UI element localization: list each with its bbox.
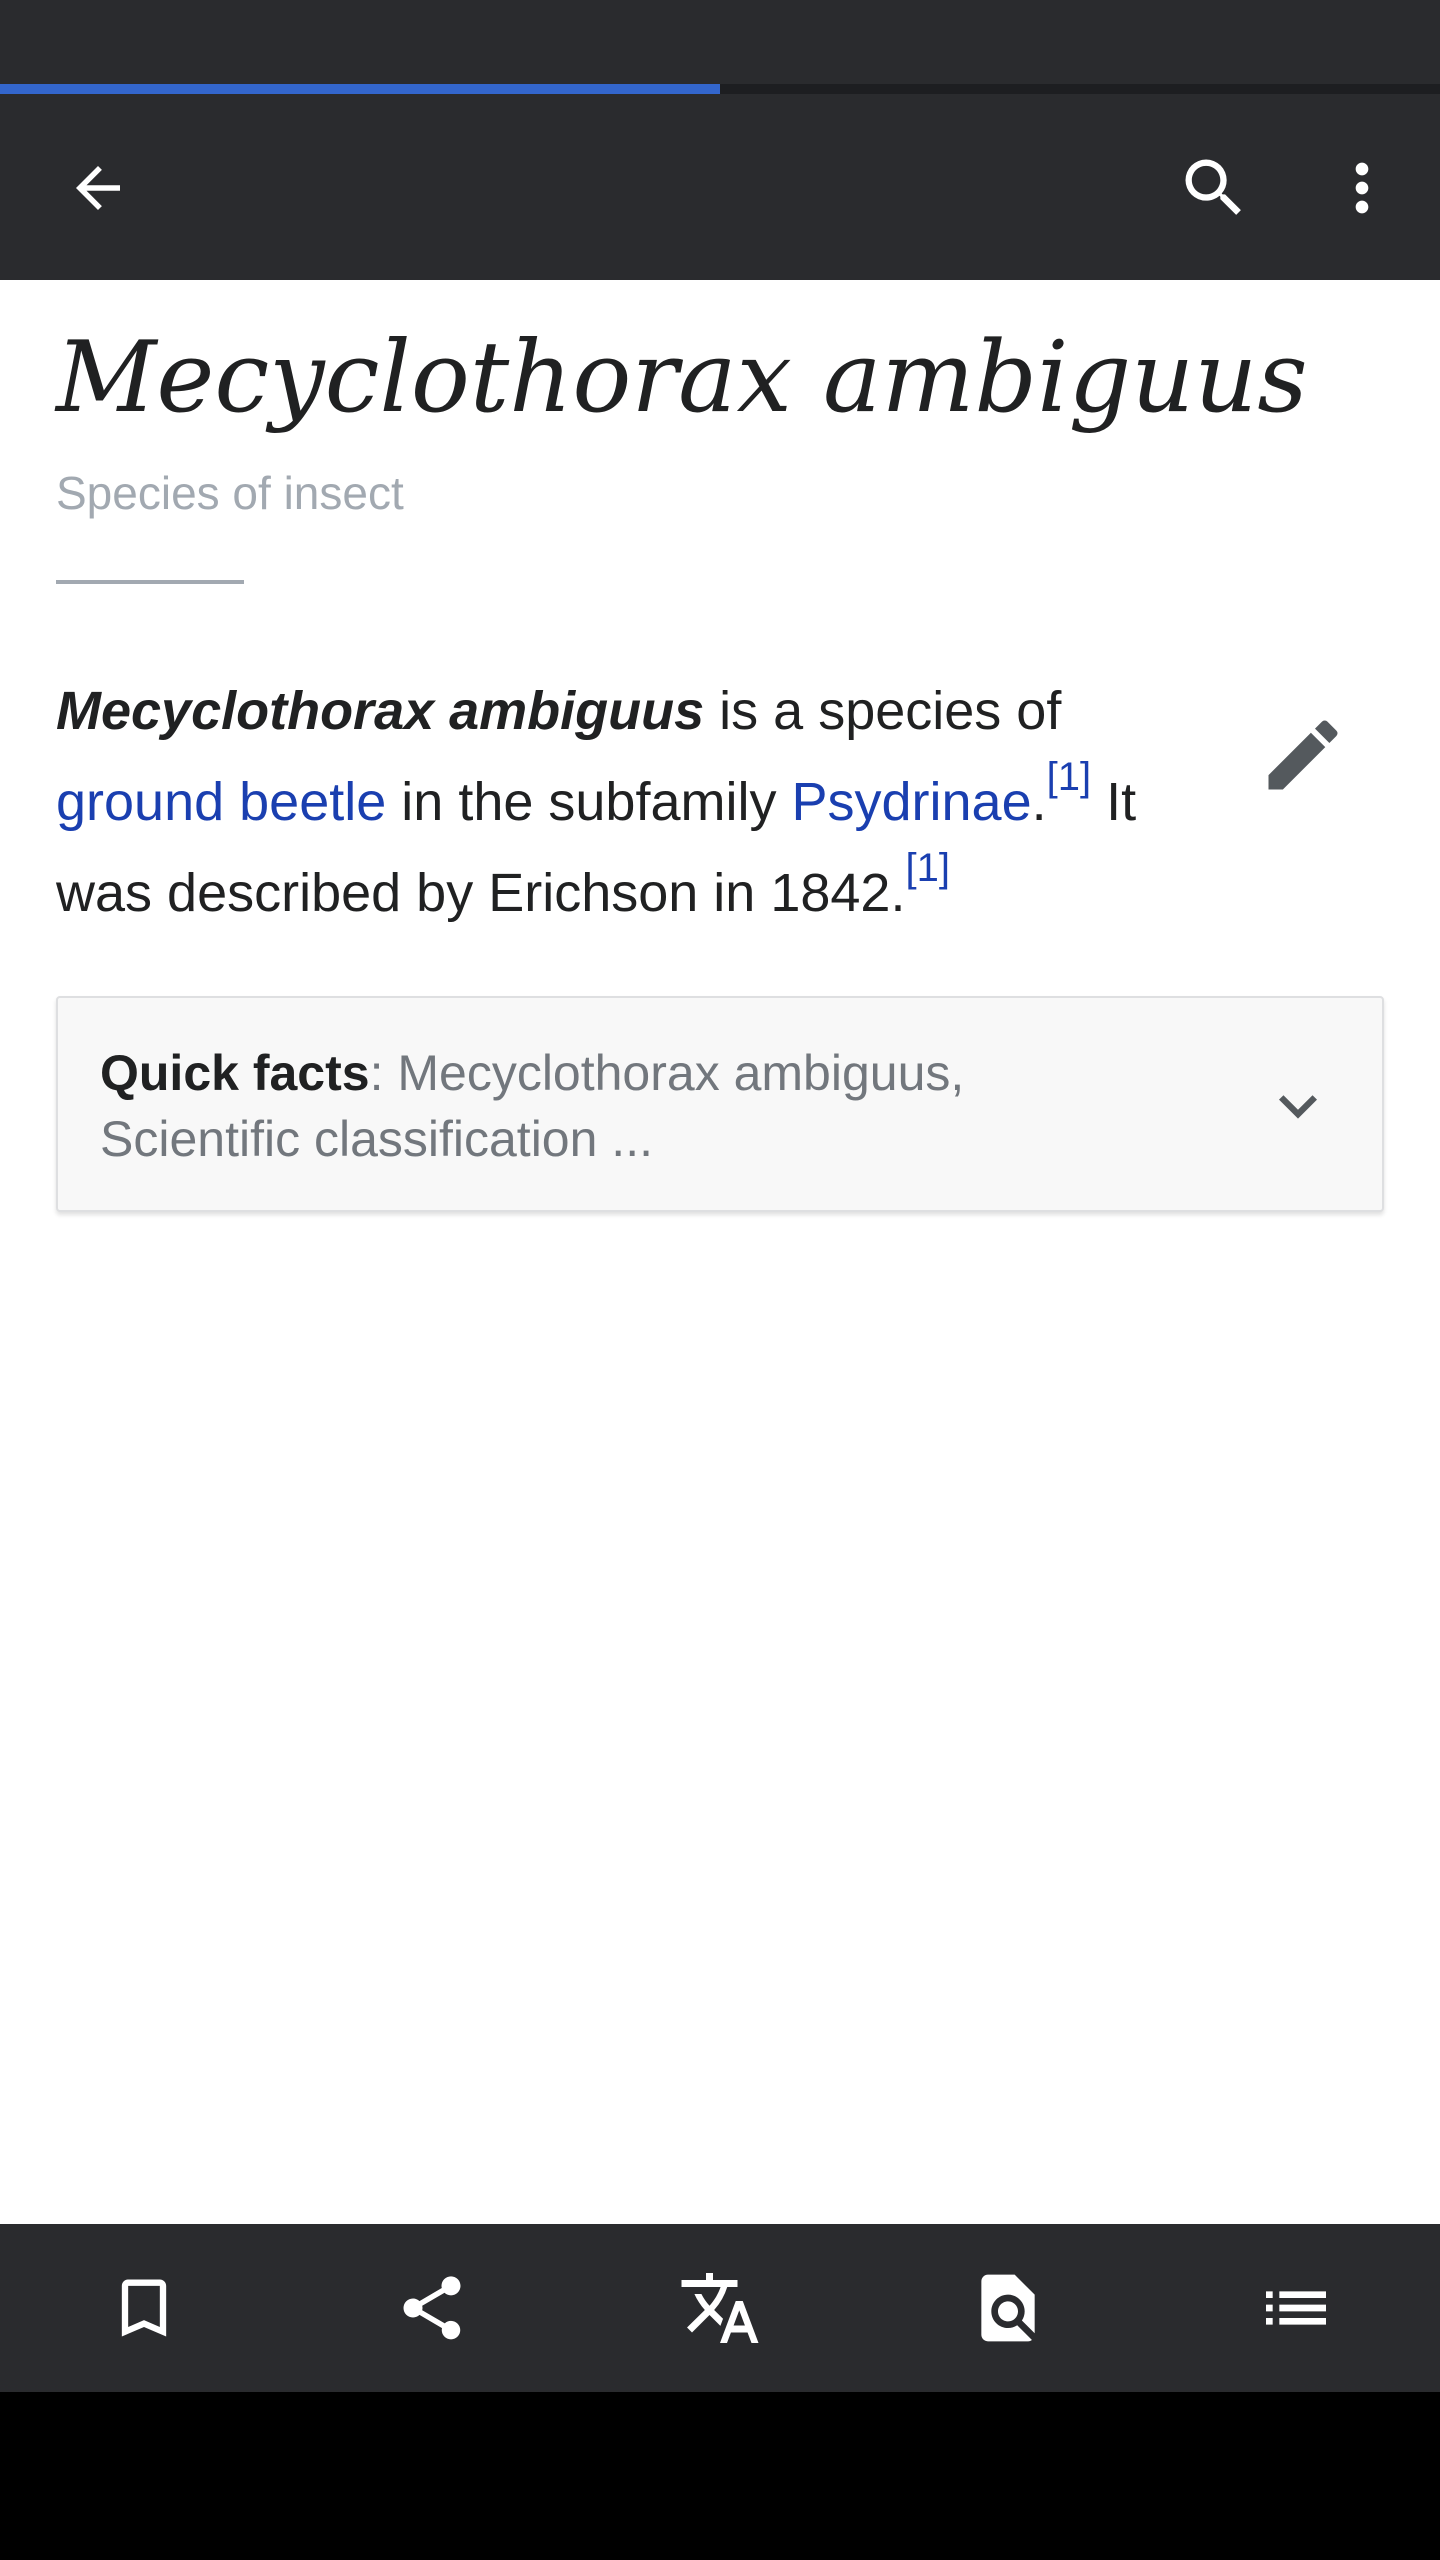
- bookmark-icon: [121, 2279, 167, 2337]
- article-content: Mecyclothorax ambiguus Species of insect…: [0, 280, 1440, 2224]
- lead-text: in the subfamily: [386, 772, 792, 832]
- quick-facts-label: Quick facts: [100, 1045, 370, 1101]
- search-icon: [1185, 159, 1241, 215]
- top-toolbar: [0, 94, 1440, 280]
- find-in-page-icon: [981, 2274, 1035, 2342]
- title-divider: [56, 580, 244, 584]
- back-button[interactable]: [50, 140, 146, 236]
- page-title: Mecyclothorax ambiguus: [56, 321, 1308, 435]
- link-psydrinae[interactable]: Psydrinae: [791, 772, 1031, 832]
- page-load-progress-fill: [0, 84, 720, 94]
- arrow-left-icon: [76, 166, 120, 210]
- page-load-progress: [0, 84, 1440, 94]
- reference-link-2[interactable]: [1]: [905, 846, 949, 890]
- edit-section-button[interactable]: [1248, 700, 1358, 810]
- status-bar: [0, 0, 1440, 84]
- page-description: Species of insect: [56, 467, 404, 519]
- link-ground-beetle[interactable]: ground beetle: [56, 772, 386, 832]
- share-button[interactable]: [376, 2252, 488, 2364]
- reference-link-1[interactable]: [1]: [1047, 755, 1091, 799]
- lead-text: .: [1031, 772, 1047, 832]
- language-button[interactable]: [664, 2252, 776, 2364]
- quick-facts-collapsed-box[interactable]: Quick facts: Mecyclothorax ambiguus, Sci…: [56, 996, 1384, 1212]
- chevron-down-icon: [1279, 1095, 1317, 1119]
- lead-subject: Mecyclothorax ambiguus: [56, 681, 705, 741]
- search-button[interactable]: [1166, 140, 1262, 236]
- wikipedia-article-screen: Mecyclothorax ambiguus Species of insect…: [0, 0, 1440, 2560]
- pencil-icon: [1268, 720, 1338, 790]
- quick-facts-separator: :: [369, 1045, 398, 1101]
- find-in-page-button[interactable]: [952, 2252, 1064, 2364]
- more-vertical-icon: [1355, 162, 1369, 214]
- bookmark-button[interactable]: [88, 2252, 200, 2364]
- table-of-contents-icon: [1266, 2291, 1326, 2325]
- bottom-action-bar: [0, 2224, 1440, 2392]
- lead-text: is a species of: [704, 681, 1062, 741]
- translate-icon: [681, 2273, 759, 2343]
- system-navigation-area: [0, 2392, 1440, 2560]
- expand-button[interactable]: [1260, 1068, 1336, 1144]
- lead-paragraph: Mecyclothorax ambiguus is a species of g…: [56, 666, 1206, 939]
- quick-facts-summary: Quick facts: Mecyclothorax ambiguus, Sci…: [100, 1040, 1160, 1172]
- overflow-menu-button[interactable]: [1314, 140, 1410, 236]
- share-icon: [403, 2276, 461, 2340]
- table-of-contents-button[interactable]: [1240, 2252, 1352, 2364]
